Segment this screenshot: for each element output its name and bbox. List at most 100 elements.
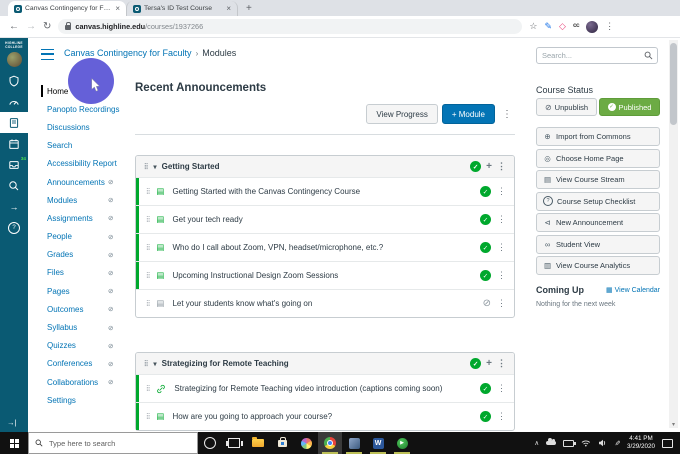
forward-button[interactable]: → <box>26 21 36 32</box>
file-explorer-button[interactable] <box>246 432 270 454</box>
page-scrollbar[interactable]: ▾ <box>669 40 678 428</box>
search-input[interactable] <box>537 51 639 60</box>
drag-handle-icon[interactable]: ⣿ <box>146 414 150 420</box>
admin-nav-item[interactable] <box>0 70 28 91</box>
taskbar-search-input[interactable] <box>47 437 191 449</box>
courses-nav-item[interactable] <box>0 112 28 134</box>
course-nav-conferences[interactable]: Conferences ⊘ <box>47 355 125 373</box>
course-nav-people[interactable]: People ⊘ <box>47 228 125 246</box>
item-options-icon[interactable]: ⋮ <box>497 270 506 281</box>
search-submit-button[interactable] <box>639 48 657 63</box>
student-view-button[interactable]: ∞ Student View <box>536 234 660 254</box>
account-nav-item[interactable] <box>0 49 28 70</box>
import-from-commons-button[interactable]: ⊕ Import from Commons <box>536 127 660 146</box>
tab-id-test-course[interactable]: Tersa's ID Test Course × <box>126 1 238 16</box>
course-nav-assignments[interactable]: Assignments ⊘ <box>47 209 125 227</box>
speaker-icon[interactable] <box>598 439 607 447</box>
view-course-analytics-button[interactable]: ▥ View Course Analytics <box>536 256 660 275</box>
course-nav-pages[interactable]: Pages ⊘ <box>47 282 125 300</box>
help-nav-item[interactable]: ? <box>0 217 28 238</box>
published-check-icon[interactable]: ✓ <box>470 358 482 369</box>
inbox-nav-item[interactable]: 34 <box>0 154 28 175</box>
browser-menu-icon[interactable]: ⋮ <box>605 21 614 32</box>
module-item[interactable]: ⣿ ▤ How are you going to approach your c… <box>136 402 514 430</box>
view-progress-button[interactable]: View Progress <box>366 104 438 124</box>
dashboard-nav-item[interactable] <box>0 91 28 112</box>
drag-handle-icon[interactable]: ⣿ <box>146 301 150 307</box>
module-header[interactable]: ⣿ ▾ Getting Started ✓ + ⋮ <box>136 156 514 177</box>
item-title[interactable]: Strategizing for Remote Teaching video i… <box>172 384 474 393</box>
pink-extension-icon[interactable]: ◇ <box>559 22 566 31</box>
item-options-icon[interactable]: ⋮ <box>497 298 506 309</box>
back-button[interactable]: ← <box>9 21 19 32</box>
course-nav-outcomes[interactable]: Outcomes ⊘ <box>47 300 125 318</box>
store-button[interactable] <box>270 432 294 454</box>
breadcrumb-course-link[interactable]: Canvas Contingency for Faculty <box>64 48 192 58</box>
item-options-icon[interactable]: ⋮ <box>497 383 506 394</box>
drag-handle-icon[interactable]: ⣿ <box>146 189 150 195</box>
course-nav-syllabus[interactable]: Syllabus ⊘ <box>47 318 125 336</box>
scrollbar-thumb[interactable] <box>670 43 677 125</box>
taskbar-search[interactable] <box>28 432 198 454</box>
drag-handle-icon[interactable]: ⣿ <box>144 164 148 170</box>
course-menu-hamburger-icon[interactable] <box>41 49 54 60</box>
collapse-caret-icon[interactable]: ▾ <box>153 360 156 368</box>
course-nav-announcements[interactable]: Announcements ⊘ <box>47 173 125 191</box>
course-nav-search[interactable]: Search <box>47 137 125 155</box>
module-item[interactable]: ⣿ ▤ Who do I call about Zoom, VPN, heads… <box>136 233 514 261</box>
drag-handle-icon[interactable]: ⣿ <box>146 245 150 251</box>
course-nav-modules[interactable]: Modules ⊘ <box>47 191 125 209</box>
course-nav-files[interactable]: Files ⊘ <box>47 264 125 282</box>
photos-button[interactable] <box>294 432 318 454</box>
module-item[interactable]: ⣿ ▤ Get your tech ready ✓ ⋮ <box>136 205 514 233</box>
course-nav-quizzes[interactable]: Quizzes ⊘ <box>47 337 125 355</box>
published-check-icon[interactable]: ✓ <box>480 383 491 394</box>
published-check-icon[interactable]: ✓ <box>470 161 482 172</box>
course-nav-grades[interactable]: Grades ⊘ <box>47 246 125 264</box>
refresh-button[interactable]: ↻ <box>43 21 51 32</box>
bookmark-star-icon[interactable]: ☆ <box>529 22 537 31</box>
collapse-caret-icon[interactable]: ▾ <box>153 163 156 171</box>
add-module-button[interactable]: + Module <box>441 104 495 124</box>
published-check-icon[interactable]: ✓ <box>480 270 491 281</box>
cc-extension-icon[interactable]: cc <box>573 23 580 30</box>
item-title[interactable]: Let your students know what's going on <box>170 299 476 308</box>
published-check-icon[interactable]: ✓ <box>480 186 491 197</box>
pen-extension-icon[interactable]: ✎ <box>544 22 552 31</box>
address-bar[interactable]: canvas.highline.edu/courses/1937266 <box>58 19 523 34</box>
add-item-icon[interactable]: + <box>486 358 492 369</box>
scrollbar-down-icon[interactable]: ▾ <box>669 421 678 428</box>
published-check-icon[interactable]: ✓ <box>480 242 491 253</box>
task-view-button[interactable] <box>222 432 246 454</box>
add-item-icon[interactable]: + <box>486 161 492 172</box>
tab-close-icon[interactable]: × <box>115 4 120 13</box>
module-item[interactable]: ⣿ ▤ Upcoming Instructional Design Zoom S… <box>136 261 514 289</box>
cortana-button[interactable] <box>198 432 222 454</box>
green-app-button[interactable]: ▶ <box>390 432 414 454</box>
expand-nav-icon[interactable]: →| <box>0 418 16 427</box>
item-title[interactable]: Get your tech ready <box>170 215 474 224</box>
wifi-icon[interactable] <box>581 439 591 447</box>
tray-expand-icon[interactable]: ∧ <box>534 439 539 447</box>
drag-handle-icon[interactable]: ⣿ <box>146 386 150 392</box>
unpublished-icon[interactable]: ⊘ <box>483 298 491 309</box>
item-title[interactable]: Who do I call about Zoom, VPN, headset/m… <box>170 243 474 252</box>
drag-handle-icon[interactable]: ⣿ <box>144 361 148 367</box>
battery-icon[interactable] <box>563 439 576 447</box>
published-check-icon[interactable]: ✓ <box>480 214 491 225</box>
taskbar-clock[interactable]: 4:41 PM 3/29/2020 <box>627 435 655 452</box>
item-options-icon[interactable]: ⋮ <box>497 242 506 253</box>
drag-handle-icon[interactable]: ⣿ <box>146 273 150 279</box>
new-announcement-button[interactable]: ⊲ New Announcement <box>536 213 660 232</box>
calendar-nav-item[interactable] <box>0 133 28 154</box>
start-button[interactable] <box>0 432 28 454</box>
item-title[interactable]: Upcoming Instructional Design Zoom Sessi… <box>170 271 474 280</box>
blue-app-button[interactable] <box>342 432 366 454</box>
course-setup-checklist-button[interactable]: ? Course Setup Checklist <box>536 191 660 211</box>
onedrive-cloud-icon[interactable] <box>546 438 557 445</box>
item-options-icon[interactable]: ⋮ <box>497 214 506 225</box>
module-options-icon[interactable]: ⋮ <box>497 161 506 172</box>
choose-home-page-button[interactable]: ◎ Choose Home Page <box>536 148 660 168</box>
module-item[interactable]: ⣿ ▤ Getting Started with the Canvas Cont… <box>136 177 514 205</box>
word-button[interactable]: W <box>366 432 390 454</box>
